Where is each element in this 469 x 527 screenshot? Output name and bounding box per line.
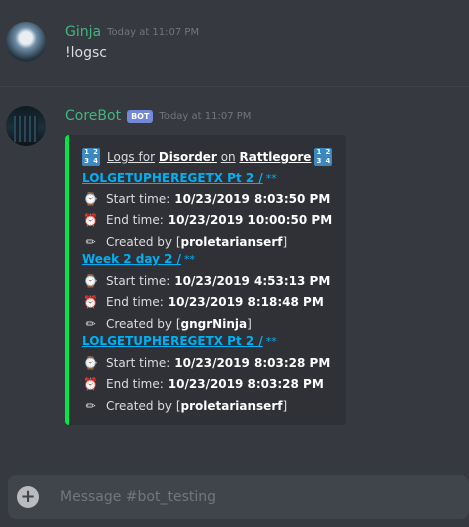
log-entry-title: Week 2 day 2 /** bbox=[82, 252, 195, 266]
created-by-label: Created by bbox=[106, 234, 173, 249]
pencil-icon: ✏ bbox=[85, 398, 96, 413]
log-link-suffix[interactable]: ** bbox=[266, 172, 277, 185]
end-time-row: ⏰ End time: 10/23/2019 10:00:50 PM bbox=[82, 211, 332, 228]
watch-icon: ⌚ bbox=[83, 355, 98, 370]
author-name[interactable]: Ginja bbox=[65, 24, 101, 40]
end-time-value: 10/23/2019 8:03:28 PM bbox=[167, 376, 324, 391]
end-time-value: 10/23/2019 10:00:50 PM bbox=[167, 212, 333, 227]
end-time-label: End time: bbox=[106, 212, 164, 227]
bot-badge: BOT bbox=[127, 109, 154, 123]
start-time-row: ⌚ Start time: 10/23/2019 4:53:13 PM bbox=[82, 272, 330, 289]
input-numbers-icon: 1234 bbox=[82, 148, 100, 166]
log-link-suffix[interactable]: ** bbox=[184, 253, 195, 266]
embed-title-server: Rattlegore bbox=[239, 150, 312, 164]
alarm-clock-icon: ⏰ bbox=[83, 294, 98, 309]
created-by-row: ✏ Created by [proletarianserf] bbox=[82, 397, 287, 414]
log-link[interactable]: Week 2 day 2 / bbox=[82, 252, 181, 266]
pencil-icon: ✏ bbox=[85, 234, 96, 249]
add-attachment-button[interactable]: + bbox=[17, 486, 39, 508]
start-time-row: ⌚ Start time: 10/23/2019 8:03:28 PM bbox=[82, 354, 330, 371]
watch-icon: ⌚ bbox=[83, 273, 98, 288]
embed-title: 1234 Logs for Disorder on Rattlegore 123… bbox=[82, 148, 333, 166]
pencil-icon: ✏ bbox=[85, 316, 96, 331]
log-link[interactable]: LOLGETUPHEREGETX Pt 2 / bbox=[82, 171, 263, 185]
alarm-clock-icon: ⏰ bbox=[83, 212, 98, 227]
start-time-label: Start time: bbox=[106, 273, 171, 288]
embed-title-guild: Disorder bbox=[158, 150, 217, 164]
author-name[interactable]: CoreBot bbox=[65, 108, 121, 124]
chat-messages: Ginja Today at 11:07 PM !logsc CoreBot B… bbox=[0, 0, 469, 465]
creator-name: proletarianserf bbox=[180, 234, 283, 249]
avatar[interactable] bbox=[6, 106, 46, 146]
input-numbers-icon: 1234 bbox=[314, 148, 333, 166]
creator-name: gngrNinja bbox=[180, 316, 248, 331]
end-time-row: ⏰ End time: 10/23/2019 8:18:48 PM bbox=[82, 293, 324, 310]
embed-title-on: on bbox=[220, 150, 236, 164]
start-time-row: ⌚ Start time: 10/23/2019 8:03:50 PM bbox=[82, 190, 330, 207]
end-time-label: End time: bbox=[106, 294, 164, 309]
plus-icon: + bbox=[20, 486, 36, 507]
watch-icon: ⌚ bbox=[83, 191, 98, 206]
created-by-row: ✏ Created by [proletarianserf] bbox=[82, 233, 287, 250]
start-time-value: 10/23/2019 8:03:50 PM bbox=[174, 191, 331, 206]
created-by-label: Created by bbox=[106, 398, 173, 413]
log-link-suffix[interactable]: ** bbox=[266, 335, 277, 348]
log-link[interactable]: LOLGETUPHEREGETX Pt 2 / bbox=[82, 334, 263, 348]
creator-name: proletarianserf bbox=[180, 398, 283, 413]
start-time-label: Start time: bbox=[106, 191, 171, 206]
message-input[interactable] bbox=[60, 486, 460, 508]
log-entry-title: LOLGETUPHEREGETX Pt 2 /** bbox=[82, 171, 277, 185]
message-composer: + bbox=[8, 475, 469, 519]
alarm-clock-icon: ⏰ bbox=[83, 376, 98, 391]
created-by-label: Created by bbox=[106, 316, 173, 331]
created-by-row: ✏ Created by [gngrNinja] bbox=[82, 315, 251, 332]
start-time-value: 10/23/2019 8:03:28 PM bbox=[174, 355, 331, 370]
avatar[interactable] bbox=[6, 22, 46, 62]
message-divider bbox=[0, 86, 469, 87]
log-embed: 1234 Logs for Disorder on Rattlegore 123… bbox=[65, 135, 346, 425]
end-time-label: End time: bbox=[106, 376, 164, 391]
message-text: !logsc bbox=[65, 45, 107, 61]
start-time-label: Start time: bbox=[106, 355, 171, 370]
log-entry-title: LOLGETUPHEREGETX Pt 2 /** bbox=[82, 334, 277, 348]
end-time-value: 10/23/2019 8:18:48 PM bbox=[167, 294, 324, 309]
message-timestamp: Today at 11:07 PM bbox=[107, 26, 200, 38]
message-timestamp: Today at 11:07 PM bbox=[159, 110, 252, 122]
embed-title-prefix: Logs for bbox=[107, 150, 155, 164]
start-time-value: 10/23/2019 4:53:13 PM bbox=[174, 273, 331, 288]
end-time-row: ⏰ End time: 10/23/2019 8:03:28 PM bbox=[82, 375, 324, 392]
